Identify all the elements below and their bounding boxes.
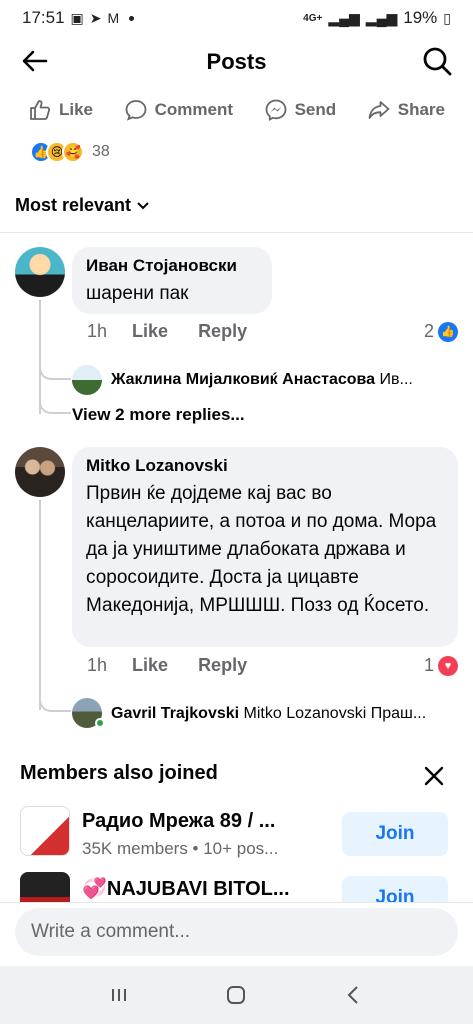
reply-author: Жаклина Мијалковиќ Анастасова <box>111 371 376 388</box>
comment-reaction-count[interactable]: 1 ♥ <box>424 655 458 676</box>
comment-reply-button[interactable]: Reply <box>198 321 247 342</box>
gmail-icon: M <box>107 10 120 26</box>
page-title: Posts <box>206 49 267 74</box>
avatar[interactable] <box>15 247 65 297</box>
reply-avatar[interactable] <box>72 365 102 395</box>
recent-apps-icon[interactable] <box>107 983 131 1007</box>
like-label: Like <box>59 100 94 119</box>
view-more-replies-link[interactable]: View 2 more replies... <box>72 405 245 425</box>
comment-meta: 1h Like Reply <box>87 655 247 676</box>
comment-time: 1h <box>87 321 108 341</box>
divider <box>0 232 473 233</box>
reply-author: Gavril Trajkovski <box>111 705 240 722</box>
comment-author[interactable]: Иван Стојановски <box>86 256 258 276</box>
join-button[interactable]: Join <box>342 876 448 902</box>
send-button[interactable]: Send <box>264 98 337 122</box>
comment-text: шарени пак <box>86 283 189 304</box>
group-name[interactable]: Радио Мрежа 89 / ... <box>82 810 275 833</box>
telegram-icon: ➤ <box>89 9 102 26</box>
thread-connector <box>39 400 71 414</box>
members-also-joined-title: Members also joined <box>20 762 218 784</box>
battery-icon: ▯ <box>443 9 451 26</box>
back-nav-icon[interactable] <box>342 983 366 1007</box>
comment-author[interactable]: Mitko Lozanovski <box>86 456 444 476</box>
notification-dot-icon <box>129 15 135 21</box>
comment-meta: 1h Like Reply <box>87 321 247 342</box>
thread-line <box>39 300 41 414</box>
thread-line <box>39 500 41 710</box>
online-status-icon <box>95 718 105 728</box>
comment-time: 1h <box>87 655 108 675</box>
system-nav-bar <box>0 966 473 1024</box>
comment-text: Првин ќе дојдеме кај вас во канцелариите… <box>86 483 437 616</box>
like-button[interactable]: Like <box>28 98 93 122</box>
thread-connector <box>39 366 71 380</box>
comment-icon <box>125 100 147 121</box>
group-thumbnail[interactable] <box>20 806 70 856</box>
care-reaction-icon: 🥰 <box>62 141 84 163</box>
close-icon[interactable] <box>423 765 445 787</box>
search-icon[interactable] <box>421 45 453 77</box>
thumbs-up-icon <box>30 100 51 120</box>
comment-like-button[interactable]: Like <box>132 321 168 342</box>
reply-preview[interactable]: Gavril Trajkovski Mitko Lozanovski Праш.… <box>111 705 456 723</box>
back-arrow-icon[interactable] <box>20 46 50 76</box>
group-suggestion[interactable]: 💞NAJUBAVI BITOL... Join <box>20 872 453 902</box>
reactions-summary[interactable]: 👍 😢 🥰 38 <box>30 141 110 163</box>
comment-input[interactable]: Write a comment... <box>15 908 458 956</box>
chevron-down-icon <box>137 201 149 209</box>
reply-text: Ив... <box>379 371 413 388</box>
comment-like-button[interactable]: Like <box>132 655 168 676</box>
like-reaction-icon: 👍 <box>438 321 458 342</box>
sort-label: Most relevant <box>15 195 132 215</box>
network-type: 4G+ <box>303 12 323 24</box>
group-suggestion[interactable]: Радио Мрежа 89 / ... 35K members • 10+ p… <box>20 806 453 866</box>
reaction-count: 38 <box>92 143 110 160</box>
messenger-icon <box>265 99 286 122</box>
avatar[interactable] <box>15 447 65 497</box>
comment-label: Comment <box>154 100 234 119</box>
love-reaction-icon: ♥ <box>438 655 458 676</box>
reaction-count-value: 2 <box>423 321 434 341</box>
group-thumbnail[interactable] <box>20 872 70 902</box>
signal-icon-2: ▂▄▆ <box>365 9 398 26</box>
comment-reply-button[interactable]: Reply <box>198 655 247 676</box>
comment-bubble[interactable]: Иван Стојановски шарени пак <box>72 247 272 314</box>
image-icon: ▣ <box>70 9 84 26</box>
status-time: 17:51 <box>22 8 65 27</box>
share-label: Share <box>397 100 445 119</box>
comment-reaction-count[interactable]: 2 👍 <box>424 321 458 342</box>
thread-connector <box>39 698 71 712</box>
share-button[interactable]: Share <box>367 98 445 122</box>
send-label: Send <box>294 100 337 119</box>
group-members-info: 35K members • 10+ pos... <box>82 839 279 858</box>
reaction-count-value: 1 <box>423 655 434 675</box>
group-name[interactable]: 💞NAJUBAVI BITOL... <box>82 876 290 901</box>
top-bar: Posts <box>0 40 473 84</box>
home-icon[interactable] <box>224 983 248 1007</box>
signal-icon: ▂▄▆ <box>328 9 360 26</box>
comment-bubble[interactable]: Mitko Lozanovski Првин ќе дојдеме кај ва… <box>72 447 458 647</box>
reply-preview[interactable]: Жаклина Мијалковиќ Анастасова Ив... <box>111 371 456 389</box>
status-bar: 17:51 ▣ ➤ M 4G+ ▂▄▆ ▂▄▆ 19% ▯ <box>0 0 473 36</box>
battery-percent: 19% <box>403 8 438 27</box>
join-button[interactable]: Join <box>342 812 448 856</box>
share-icon <box>368 101 390 119</box>
post-actions: Like Comment Send Share <box>0 92 473 128</box>
reply-text: Mitko Lozanovski Праш... <box>243 705 427 722</box>
sort-dropdown[interactable]: Most relevant <box>15 195 149 216</box>
comment-button[interactable]: Comment <box>124 98 233 122</box>
